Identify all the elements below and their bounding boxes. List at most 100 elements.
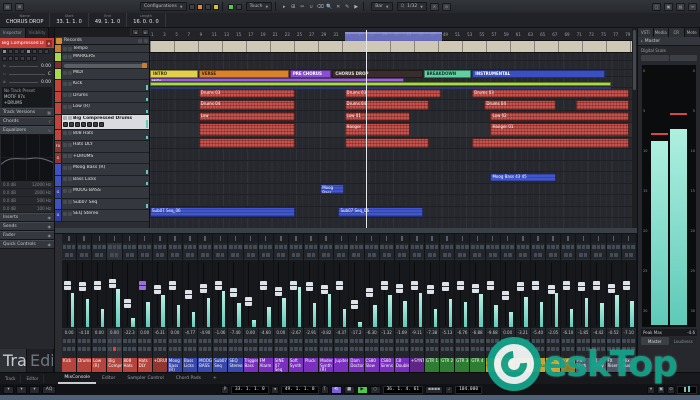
channel-mini-button[interactable] xyxy=(599,253,603,257)
channel-mini-button[interactable] xyxy=(372,253,376,257)
arranger-section-instrumental[interactable]: INSTRUMENTAL xyxy=(472,70,605,78)
channel-routing-row[interactable] xyxy=(153,234,167,243)
constrain-compensation-button[interactable] xyxy=(189,4,195,10)
fader-handle[interactable] xyxy=(517,282,524,291)
channel-mini-button[interactable] xyxy=(244,347,248,351)
volume-row[interactable]: ⊙ 0.00 xyxy=(0,62,54,70)
channel-fader-zone[interactable] xyxy=(289,259,303,329)
right-zone-tab-media[interactable]: Media xyxy=(654,28,670,37)
arrange-track-lane[interactable] xyxy=(150,184,632,196)
punch-points-button[interactable]: ▾ xyxy=(16,386,27,394)
project-activate-icon[interactable]: ⊞ xyxy=(15,3,24,11)
channel-mini-button[interactable] xyxy=(123,339,127,343)
arrange-track-lane[interactable] xyxy=(150,61,632,70)
channel-mini-button[interactable] xyxy=(67,339,71,343)
channel-mini-button[interactable] xyxy=(268,339,272,343)
channel-mini-button[interactable] xyxy=(610,253,614,257)
channel-mini-button[interactable] xyxy=(299,339,303,343)
channel-mini-button[interactable] xyxy=(541,245,545,249)
channel-fader-zone[interactable] xyxy=(425,259,439,329)
channel-mini-button[interactable] xyxy=(344,245,348,249)
channel-mini-button[interactable] xyxy=(132,339,136,343)
track-mini-button[interactable] xyxy=(63,82,67,86)
draw-tool-icon[interactable]: ✎ xyxy=(343,3,351,11)
channel-mini-button[interactable] xyxy=(108,245,112,249)
next-icon[interactable]: ▸ xyxy=(142,29,149,35)
track-mini-button[interactable] xyxy=(63,143,67,147)
channel-mini-button[interactable] xyxy=(229,347,233,351)
channel-name-label[interactable]: +DRUMS xyxy=(153,358,167,372)
clip[interactable]: Moog Bass 43 45 xyxy=(490,173,556,183)
section-track-versions[interactable]: Track Versions▦ xyxy=(0,108,54,117)
suspend-button[interactable] xyxy=(236,4,242,10)
fader-handle[interactable] xyxy=(563,281,570,290)
channel-mini-button[interactable] xyxy=(275,347,279,351)
channel-routing-row[interactable] xyxy=(183,234,197,243)
clip[interactable] xyxy=(576,100,630,110)
channel-mini-button[interactable] xyxy=(147,245,151,249)
track-mini-button[interactable] xyxy=(75,122,80,127)
section-inserts[interactable]: Inserts◉ xyxy=(0,213,54,222)
track-mini-button[interactable] xyxy=(68,177,72,181)
channel-mini-button[interactable] xyxy=(102,347,106,351)
channel-mini-button[interactable] xyxy=(445,339,449,343)
monitor-button[interactable] xyxy=(20,49,25,54)
tab-track[interactable]: Track xyxy=(0,349,27,372)
channel-mini-button[interactable] xyxy=(344,339,348,343)
mixer-channel-strip[interactable]: -9.11+SYNTHS xyxy=(410,234,425,372)
channel-mini-button[interactable] xyxy=(508,253,512,257)
channel-mini-button[interactable] xyxy=(489,253,493,257)
right-zone-tab-vsti[interactable]: VSTi xyxy=(638,28,654,37)
channel-mini-button[interactable] xyxy=(102,339,106,343)
mixer-channel-strip[interactable]: 0.00Trigger Bass xyxy=(244,234,259,372)
fader-handle[interactable] xyxy=(396,284,403,293)
channel-routing-row[interactable] xyxy=(244,234,258,243)
channel-mini-button[interactable] xyxy=(193,347,197,351)
timeline-ruler[interactable]: 1357911131517192123252729313335373941434… xyxy=(150,30,632,41)
channel-mini-button[interactable] xyxy=(279,339,283,343)
channel-mini-button[interactable] xyxy=(415,245,419,249)
channel-routing-row[interactable] xyxy=(213,234,227,243)
channel-mini-button[interactable] xyxy=(473,253,477,257)
channel-mini-button[interactable] xyxy=(72,245,76,249)
channel-mini-button[interactable] xyxy=(219,339,223,343)
clip[interactable]: Sub07 Seq_06 xyxy=(338,207,422,217)
channel-name-label[interactable]: Dam Doctor xyxy=(349,358,363,372)
channel-fader-zone[interactable] xyxy=(607,259,621,329)
channel-mini-button[interactable] xyxy=(385,347,389,351)
arranger-section-pre-chorus[interactable]: PRE CHORUS xyxy=(290,70,332,78)
play-button[interactable]: ▶ xyxy=(357,386,368,394)
output-routing[interactable]: +DRUMS xyxy=(4,100,50,106)
tracklist-zoom-icon[interactable] xyxy=(144,39,148,43)
channel-mini-button[interactable] xyxy=(501,245,505,249)
channel-mini-button[interactable] xyxy=(158,245,162,249)
channel-mini-button[interactable] xyxy=(461,347,465,351)
channel-mini-button[interactable] xyxy=(156,253,160,257)
track-row[interactable]: Tempo xyxy=(55,45,149,53)
channel-mini-button[interactable] xyxy=(143,339,147,343)
mute-tool-icon[interactable]: ✕ xyxy=(334,3,342,11)
channel-mini-button[interactable] xyxy=(199,339,203,343)
channel-mini-button[interactable] xyxy=(510,245,514,249)
channel-mini-button[interactable] xyxy=(214,245,218,249)
channel-mini-button[interactable] xyxy=(463,253,467,257)
channel-mini-button[interactable] xyxy=(320,347,324,351)
channel-mini-button[interactable] xyxy=(556,245,560,249)
channel-mini-button[interactable] xyxy=(335,339,339,343)
nudge-buttons[interactable]: ▪▪▪▪ xyxy=(425,386,443,394)
mixer-channel-strip[interactable]: -4.90MOOG BASS xyxy=(198,234,213,372)
channel-routing-row[interactable] xyxy=(334,234,348,243)
channel-fader-zone[interactable] xyxy=(622,259,636,329)
channel-mini-button[interactable] xyxy=(158,339,162,343)
tab-editor-left[interactable]: Editor xyxy=(27,349,54,372)
channel-name-label[interactable]: C8 Double xyxy=(395,358,409,372)
punch-out-button[interactable]: ◂ xyxy=(271,386,279,394)
channel-mini-button[interactable] xyxy=(98,339,102,343)
mixer-channel-strip[interactable]: -5.13GTR 2 xyxy=(440,234,455,372)
channel-mini-button[interactable] xyxy=(324,347,328,351)
channel-mini-button[interactable] xyxy=(569,253,573,257)
channel-mini-button[interactable] xyxy=(340,347,344,351)
channel-mini-button[interactable] xyxy=(72,347,76,351)
channel-mini-button[interactable] xyxy=(290,339,294,343)
clip[interactable] xyxy=(472,138,629,148)
